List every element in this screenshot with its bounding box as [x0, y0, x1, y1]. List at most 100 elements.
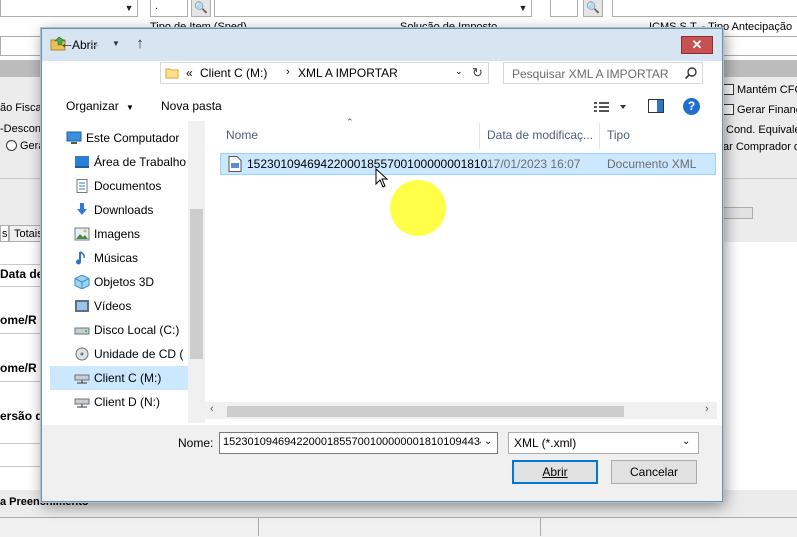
breadcrumb-client-c[interactable]: Client C (M:): [200, 66, 267, 80]
column-separator[interactable]: [599, 123, 600, 149]
divider: [0, 381, 42, 382]
column-header-date[interactable]: Data de modificaç...: [487, 128, 593, 142]
file-date: 17/01/2023 16:07: [487, 157, 581, 171]
column-header-name[interactable]: Nome: [226, 128, 258, 142]
back-arrow-icon: ←: [59, 35, 75, 52]
nav-item-musicas[interactable]: Músicas: [50, 246, 204, 270]
nav-item-client-d[interactable]: Client D (N:): [50, 390, 204, 414]
column-header-type[interactable]: Tipo: [607, 128, 630, 142]
bg-tab-label: Totais: [14, 228, 43, 240]
organize-label: Organizar: [66, 99, 119, 113]
nav-item-downloads[interactable]: Downloads: [50, 198, 204, 222]
refresh-button[interactable]: ↻: [472, 65, 483, 81]
chevron-down-icon: ⌄: [682, 436, 691, 447]
refresh-icon: ↻: [472, 65, 483, 80]
filename-label: Nome:: [178, 436, 214, 450]
open-button[interactable]: Abrir: [512, 460, 598, 484]
nav-item-area-de-trabalho[interactable]: Área de Trabalho: [50, 150, 204, 174]
organize-button[interactable]: Organizar ▼: [66, 99, 134, 113]
new-folder-button[interactable]: Nova pasta: [161, 99, 222, 113]
network-drive-icon: [74, 395, 90, 409]
chevron-down-icon: ⌄: [455, 66, 463, 76]
filetype-select[interactable]: XML (*.xml) ⌄: [508, 432, 699, 454]
search-icon[interactable]: 🔍: [191, 0, 211, 17]
preview-pane-button[interactable]: [648, 99, 664, 113]
filename-input[interactable]: 1523010946942200018557001000000018101094…: [219, 432, 498, 454]
search-icon[interactable]: 🔍: [583, 0, 603, 17]
divider: [0, 333, 42, 334]
bg-tab-totais[interactable]: Totais: [9, 225, 43, 242]
search-icon: [684, 66, 698, 80]
file-row[interactable]: 152301094694220001855700100000001810... …: [220, 153, 716, 175]
bg-combo-3[interactable]: [214, 0, 532, 17]
nav-item-label: Client D (N:): [94, 395, 161, 409]
file-list-scrollbar-thumb[interactable]: [227, 406, 624, 417]
cd-drive-icon: [74, 347, 90, 361]
chevron-down-icon: ▼: [124, 3, 134, 13]
address-bar[interactable]: « Client C (M:) › XML A IMPORTAR ⌄ ↻: [160, 62, 489, 84]
nav-item-client-c[interactable]: Client C (M:): [50, 366, 204, 390]
help-button[interactable]: ?: [683, 98, 700, 115]
bg-status-bar: [0, 517, 797, 537]
bg-checkbox[interactable]: [723, 104, 734, 115]
bg-field-value: .: [155, 0, 159, 12]
music-icon: [74, 251, 90, 265]
address-dropdown[interactable]: ⌄: [455, 66, 463, 77]
nav-item-unidade-de-cd[interactable]: Unidade de CD (: [50, 342, 204, 366]
scroll-left-icon[interactable]: ‹: [210, 403, 214, 415]
filename-value: 1523010946942200018557001000000018101094…: [223, 436, 481, 448]
bg-section-label: Data de: [0, 267, 44, 281]
forward-button[interactable]: →: [83, 33, 105, 55]
bg-section-label: ersão d: [0, 409, 43, 423]
divider: [258, 517, 259, 536]
search-input[interactable]: Pesquisar XML A IMPORTAR: [503, 62, 703, 84]
search-placeholder: Pesquisar XML A IMPORTAR: [512, 67, 669, 81]
nav-item-este-computador[interactable]: Este Computador: [50, 126, 204, 150]
nav-item-label: Downloads: [94, 203, 154, 217]
back-button[interactable]: ←: [56, 33, 78, 55]
close-icon: ✕: [691, 37, 703, 52]
nav-item-disco-local[interactable]: Disco Local (C:): [50, 318, 204, 342]
bg-button[interactable]: [723, 207, 753, 219]
view-options-button[interactable]: [593, 99, 633, 115]
new-folder-label: Nova pasta: [161, 99, 222, 113]
bg-combo-1[interactable]: [0, 0, 138, 17]
chevron-down-icon[interactable]: ⌄: [484, 436, 492, 447]
scroll-right-icon[interactable]: ›: [705, 403, 709, 415]
bg-right-option: Cond. Equivale: [726, 124, 797, 136]
bg-checkbox[interactable]: [723, 84, 734, 95]
nav-item-label: Unidade de CD (: [94, 347, 184, 361]
bg-field-6[interactable]: [0, 36, 42, 56]
3d-objects-icon: [74, 274, 90, 290]
divider: [540, 517, 541, 536]
nav-item-videos[interactable]: Vídeos: [50, 294, 204, 318]
nav-item-label: Documentos: [94, 179, 162, 193]
computer-icon: [66, 131, 82, 145]
file-name: 152301094694220001855700100000001810...: [247, 157, 498, 171]
bg-field-4[interactable]: [550, 0, 578, 17]
up-button[interactable]: ↑: [129, 33, 151, 55]
bg-field-7[interactable]: [723, 36, 797, 56]
nav-item-label: Objetos 3D: [94, 275, 155, 289]
address-overflow[interactable]: «: [186, 66, 193, 80]
nav-item-imagens[interactable]: Imagens: [50, 222, 204, 246]
bg-tab[interactable]: s: [0, 225, 9, 242]
close-button[interactable]: ✕: [681, 36, 713, 54]
nav-item-documentos[interactable]: Documentos: [50, 174, 204, 198]
divider: [0, 466, 42, 467]
bg-radio[interactable]: [6, 140, 17, 151]
breadcrumb-xml-a-importar[interactable]: XML A IMPORTAR: [298, 66, 398, 80]
nav-pane-scrollbar-thumb[interactable]: [190, 209, 203, 359]
bg-combo-5[interactable]: [612, 0, 797, 17]
pictures-icon: [74, 227, 90, 241]
cancel-button[interactable]: Cancelar: [611, 460, 697, 484]
recent-locations-button[interactable]: ▼: [110, 33, 122, 55]
column-separator[interactable]: [479, 123, 480, 149]
bg-field-2[interactable]: .: [150, 0, 188, 17]
nav-item-label: Disco Local (C:): [94, 323, 180, 337]
videos-icon: [74, 299, 90, 313]
documents-icon: [74, 179, 90, 193]
navigation-pane: Este Computador Área de Trabalho Documen…: [50, 121, 204, 423]
divider: [0, 286, 42, 287]
nav-item-objetos-3d[interactable]: Objetos 3D: [50, 270, 204, 294]
